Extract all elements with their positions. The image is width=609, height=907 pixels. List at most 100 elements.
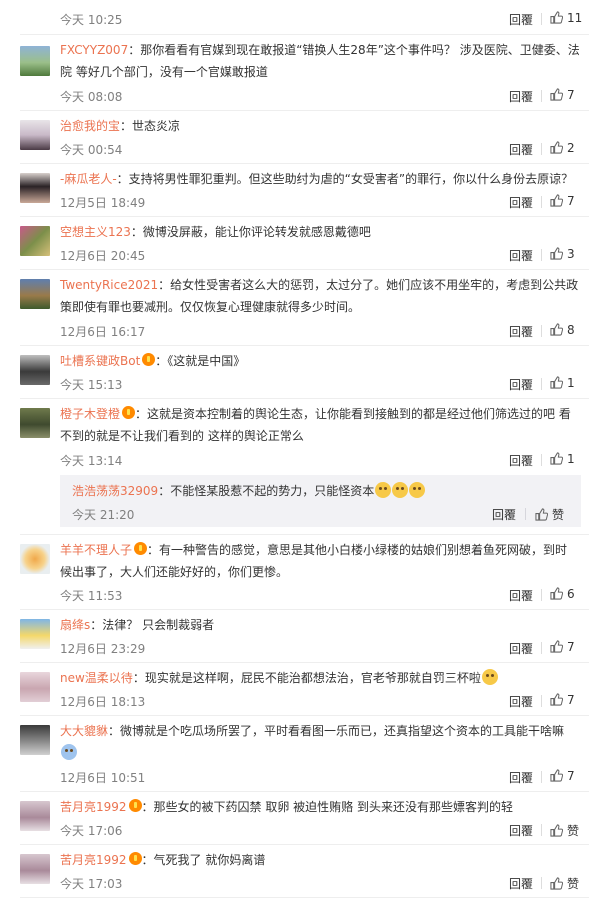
comment-username[interactable]: TwentyRice2021 <box>60 278 158 292</box>
comment-username[interactable]: 苦月亮1992 <box>60 800 127 814</box>
comment-time: 今天 17:06 <box>60 824 123 838</box>
like-button[interactable]: 6 <box>550 587 575 601</box>
comment-username[interactable]: 吐槽系键政Bot <box>60 354 140 368</box>
thumbs-up-icon <box>550 194 564 207</box>
avatar[interactable] <box>20 226 50 256</box>
action-divider <box>541 589 542 601</box>
like-button[interactable]: 3 <box>550 247 575 261</box>
like-button[interactable]: 8 <box>550 323 575 337</box>
avatar[interactable] <box>20 619 50 649</box>
like-count: 11 <box>567 11 583 25</box>
comment-username[interactable]: new温柔以待 <box>60 671 133 685</box>
vip-badge-icon <box>134 542 148 555</box>
reply-button[interactable]: 回覆 <box>509 640 533 657</box>
divider <box>20 662 589 663</box>
avatar[interactable] <box>20 355 50 385</box>
comment-text-line2: 不到的就是不让我们看到的 这样的舆论正常么 <box>60 429 304 443</box>
like-count: 7 <box>567 693 575 707</box>
laugh-emoji-icon <box>375 482 392 498</box>
like-count: 7 <box>567 640 575 654</box>
sub-reply-body: ：不能怪某股惹不起的势力，只能怪资本 <box>158 484 375 498</box>
like-button[interactable]: 7 <box>550 88 575 102</box>
comment-time: 今天 13:14 <box>60 454 123 468</box>
comment-username[interactable]: 扇绛s <box>60 618 90 632</box>
like-count: 7 <box>567 194 575 208</box>
avatar[interactable] <box>20 725 50 755</box>
thumbs-up-icon <box>550 323 564 336</box>
like-button[interactable]: 7 <box>550 194 575 208</box>
like-button[interactable]: 11 <box>550 11 582 25</box>
like-button[interactable]: 7 <box>550 693 575 707</box>
comment-body: ：法律？ 只会制裁弱者 <box>90 618 215 632</box>
divider <box>20 609 589 610</box>
vip-badge-icon <box>128 852 142 865</box>
avatar[interactable] <box>20 544 50 574</box>
reply-button[interactable]: 回覆 <box>509 376 533 393</box>
avatar[interactable] <box>20 120 50 150</box>
laugh-emoji-icon <box>392 482 409 498</box>
divider <box>20 216 589 217</box>
reply-button[interactable]: 回覆 <box>509 194 533 211</box>
thumbs-up-icon <box>550 769 564 782</box>
comment-body: ：微博没屏蔽，能让你评论转发就感恩戴德吧 <box>130 225 371 239</box>
comment-text: 羊羊不理人子 ：有一种警告的感觉，意思是其他小白楼小绿楼的姑娘们别想着鱼死网破，到… <box>60 539 580 561</box>
action-divider <box>541 454 542 466</box>
like-count: 2 <box>567 141 575 155</box>
reply-button[interactable]: 回覆 <box>509 247 533 264</box>
like-button[interactable]: 2 <box>550 141 575 155</box>
reply-button[interactable]: 回覆 <box>509 141 533 158</box>
avatar[interactable] <box>20 854 50 884</box>
reply-button[interactable]: 回覆 <box>509 693 533 710</box>
avatar[interactable] <box>20 46 50 76</box>
comment-text: 苦月亮1992 ：那些女的被下药囚禁 取卵 被迫性贿赂 到头来还没有那些嫖客判的轻 <box>60 796 580 818</box>
comment-username[interactable]: 羊羊不理人子 <box>60 543 132 557</box>
like-count: 7 <box>567 769 575 783</box>
comment-username[interactable]: 大大貔貅 <box>60 724 108 738</box>
comment-username[interactable]: 空想主义123 <box>60 225 131 239</box>
action-divider <box>541 90 542 102</box>
comment-body: ：现实就是这样啊，屁民不能治都想法治，官老爷那就自罚三杯啦 <box>132 671 481 685</box>
comment-username[interactable]: 橙子木登橙 <box>60 407 120 421</box>
sub-reply-button[interactable]: 回覆 <box>492 506 516 523</box>
reply-button[interactable]: 回覆 <box>509 452 533 469</box>
comment-username[interactable]: 治愈我的宝 <box>60 119 120 133</box>
divider <box>20 715 589 716</box>
sub-reply-username[interactable]: 浩浩荡荡32909 <box>72 484 158 498</box>
like-button[interactable]: 7 <box>550 769 575 783</box>
divider <box>20 34 589 35</box>
reply-button[interactable]: 回覆 <box>509 822 533 839</box>
reply-button[interactable]: 回覆 <box>509 323 533 340</box>
comment-username[interactable]: 苦月亮1992 <box>60 853 127 867</box>
thumbs-up-icon <box>550 693 564 706</box>
reply-button[interactable]: 回覆 <box>509 11 533 28</box>
thumbs-up-icon <box>550 824 564 837</box>
sub-like-button[interactable]: 赞 <box>535 506 564 523</box>
reply-button[interactable]: 回覆 <box>509 88 533 105</box>
like-button[interactable]: 赞 <box>550 875 579 892</box>
sub-reply: 浩浩荡荡32909：不能怪某股惹不起的势力，只能怪资本 今天 21:20 回覆 … <box>60 475 581 527</box>
like-count: 1 <box>567 452 575 466</box>
avatar[interactable] <box>20 408 50 438</box>
like-count: 7 <box>567 88 575 102</box>
avatar[interactable] <box>20 801 50 831</box>
reply-button[interactable]: 回覆 <box>509 769 533 786</box>
action-divider <box>541 771 542 783</box>
divider <box>20 110 589 111</box>
avatar[interactable] <box>20 672 50 702</box>
action-divider <box>541 824 542 836</box>
like-button[interactable]: 7 <box>550 640 575 654</box>
avatar[interactable] <box>20 173 50 203</box>
thumbs-up-icon <box>550 88 564 101</box>
comment-body: ：支持将男性罪犯重判。但这些助纣为虐的“女受害者”的罪行，你以什么身份去原谅？ <box>116 172 574 186</box>
like-button[interactable]: 1 <box>550 376 575 390</box>
divider <box>20 534 589 535</box>
like-button[interactable]: 赞 <box>550 822 579 839</box>
like-label: 赞 <box>567 824 580 838</box>
like-button[interactable]: 1 <box>550 452 575 466</box>
reply-button[interactable]: 回覆 <box>509 587 533 604</box>
comment-text: TwentyRice2021：给女性受害者这么大的惩罚，太过分了。她们应该不用坐… <box>60 274 580 296</box>
comment-username[interactable]: FXCYYZ007 <box>60 43 128 57</box>
comment-username[interactable]: -麻瓜老人- <box>60 172 117 186</box>
avatar[interactable] <box>20 279 50 309</box>
reply-button[interactable]: 回覆 <box>509 875 533 892</box>
